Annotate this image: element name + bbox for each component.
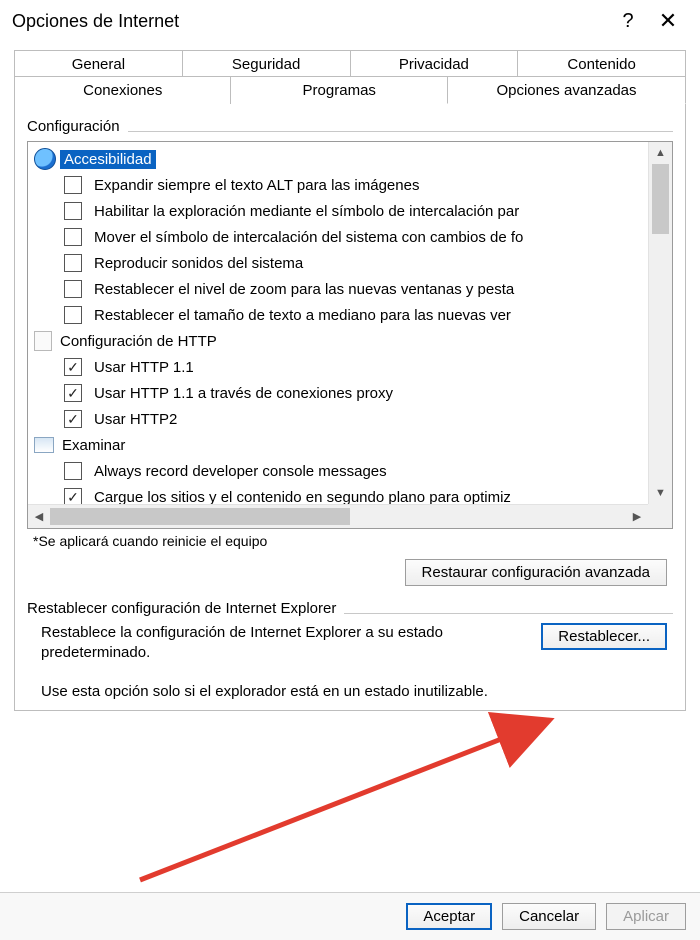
help-icon[interactable]: ? <box>608 10 648 33</box>
checkbox[interactable] <box>64 254 82 272</box>
tab-programs[interactable]: Programas <box>230 76 447 104</box>
restore-advanced-button[interactable]: Restaurar configuración avanzada <box>405 559 667 586</box>
divider <box>128 131 673 132</box>
setting-label: Restablecer el tamaño de texto a mediano… <box>90 306 515 325</box>
setting-move-caret[interactable]: Mover el símbolo de intercalación del si… <box>28 224 648 250</box>
checkbox[interactable] <box>64 488 82 504</box>
divider <box>344 613 673 614</box>
setting-system-sounds[interactable]: Reproducir sonidos del sistema <box>28 250 648 276</box>
setting-label: Reproducir sonidos del sistema <box>90 254 307 273</box>
category-label: Accesibilidad <box>60 150 156 169</box>
checkbox[interactable] <box>64 176 82 194</box>
page-icon <box>34 331 52 351</box>
setting-dev-console[interactable]: Always record developer console messages <box>28 458 648 484</box>
tabs-row-1: General Seguridad Privacidad Contenido <box>14 50 686 77</box>
checkbox[interactable] <box>64 384 82 402</box>
checkbox[interactable] <box>64 306 82 324</box>
horizontal-scrollbar[interactable]: ◀ ▶ <box>28 504 648 528</box>
title-bar: Opciones de Internet ? ✕ <box>0 0 700 46</box>
category-examine[interactable]: Examinar <box>28 432 648 458</box>
setting-label: Habilitar la exploración mediante el sím… <box>90 202 523 221</box>
setting-label: Usar HTTP 1.1 a través de conexiones pro… <box>90 384 397 403</box>
restart-note: *Se aplicará cuando reinicie el equipo <box>27 529 673 559</box>
setting-label: Cargue los sitios y el contenido en segu… <box>90 488 515 505</box>
checkbox[interactable] <box>64 462 82 480</box>
checkbox[interactable] <box>64 358 82 376</box>
vertical-scrollbar[interactable]: ▲ ▼ <box>648 142 672 504</box>
setting-caret-browsing[interactable]: Habilitar la exploración mediante el sím… <box>28 198 648 224</box>
close-icon[interactable]: ✕ <box>648 8 688 34</box>
scroll-left-icon[interactable]: ◀ <box>28 505 50 528</box>
checkbox[interactable] <box>64 202 82 220</box>
tab-panel-advanced: Configuración Accesibilidad Expandir sie… <box>14 103 686 711</box>
tabs-row-2: Conexiones Programas Opciones avanzadas <box>14 76 686 104</box>
scroll-thumb[interactable] <box>50 508 350 525</box>
settings-tree-viewport[interactable]: Accesibilidad Expandir siempre el texto … <box>28 142 648 504</box>
setting-http11-proxy[interactable]: Usar HTTP 1.1 a través de conexiones pro… <box>28 380 648 406</box>
reset-group-label: Restablecer configuración de Internet Ex… <box>27 600 336 617</box>
setting-http2[interactable]: Usar HTTP2 <box>28 406 648 432</box>
setting-background-load[interactable]: Cargue los sitios y el contenido en segu… <box>28 484 648 504</box>
tab-general[interactable]: General <box>14 50 183 77</box>
settings-tree: Accesibilidad Expandir siempre el texto … <box>27 141 673 529</box>
setting-alt-text[interactable]: Expandir siempre el texto ALT para las i… <box>28 172 648 198</box>
checkbox[interactable] <box>64 410 82 428</box>
tab-security[interactable]: Seguridad <box>182 50 351 77</box>
settings-group-label: Configuración <box>27 118 120 135</box>
setting-label: Mover el símbolo de intercalación del si… <box>90 228 527 247</box>
tab-content[interactable]: Contenido <box>517 50 686 77</box>
setting-label: Always record developer console messages <box>90 462 391 481</box>
reset-group-header: Restablecer configuración de Internet Ex… <box>27 600 673 617</box>
category-http[interactable]: Configuración de HTTP <box>28 328 648 354</box>
reset-button[interactable]: Restablecer... <box>541 623 667 650</box>
scroll-thumb[interactable] <box>652 164 669 234</box>
globe-icon <box>34 148 56 170</box>
cancel-button[interactable]: Cancelar <box>502 903 596 930</box>
annotation-arrow-icon <box>130 700 610 890</box>
tab-connections[interactable]: Conexiones <box>14 76 231 104</box>
checkbox[interactable] <box>64 280 82 298</box>
scroll-up-icon[interactable]: ▲ <box>649 142 672 164</box>
setting-label: Usar HTTP 1.1 <box>90 358 198 377</box>
apply-button[interactable]: Aplicar <box>606 903 686 930</box>
setting-http11[interactable]: Usar HTTP 1.1 <box>28 354 648 380</box>
reset-description: Restablece la configuración de Internet … <box>27 623 541 664</box>
window-icon <box>34 437 54 453</box>
setting-reset-zoom[interactable]: Restablecer el nivel de zoom para las nu… <box>28 276 648 302</box>
setting-label: Restablecer el nivel de zoom para las nu… <box>90 280 518 299</box>
setting-reset-text-size[interactable]: Restablecer el tamaño de texto a mediano… <box>28 302 648 328</box>
scroll-right-icon[interactable]: ▶ <box>626 505 648 528</box>
reset-warning: Use esta opción solo si el explorador es… <box>27 664 673 706</box>
scroll-corner <box>648 504 672 528</box>
category-label: Configuración de HTTP <box>56 332 221 351</box>
dialog-footer: Aceptar Cancelar Aplicar <box>0 892 700 940</box>
ok-button[interactable]: Aceptar <box>406 903 492 930</box>
setting-label: Expandir siempre el texto ALT para las i… <box>90 176 423 195</box>
tab-advanced[interactable]: Opciones avanzadas <box>447 76 686 104</box>
checkbox[interactable] <box>64 228 82 246</box>
setting-label: Usar HTTP2 <box>90 410 181 429</box>
window-title: Opciones de Internet <box>12 11 608 32</box>
settings-group-header: Configuración <box>27 118 673 135</box>
tab-privacy[interactable]: Privacidad <box>350 50 519 77</box>
scroll-down-icon[interactable]: ▼ <box>649 482 672 504</box>
category-label: Examinar <box>58 436 129 455</box>
category-accessibility[interactable]: Accesibilidad <box>28 146 648 172</box>
